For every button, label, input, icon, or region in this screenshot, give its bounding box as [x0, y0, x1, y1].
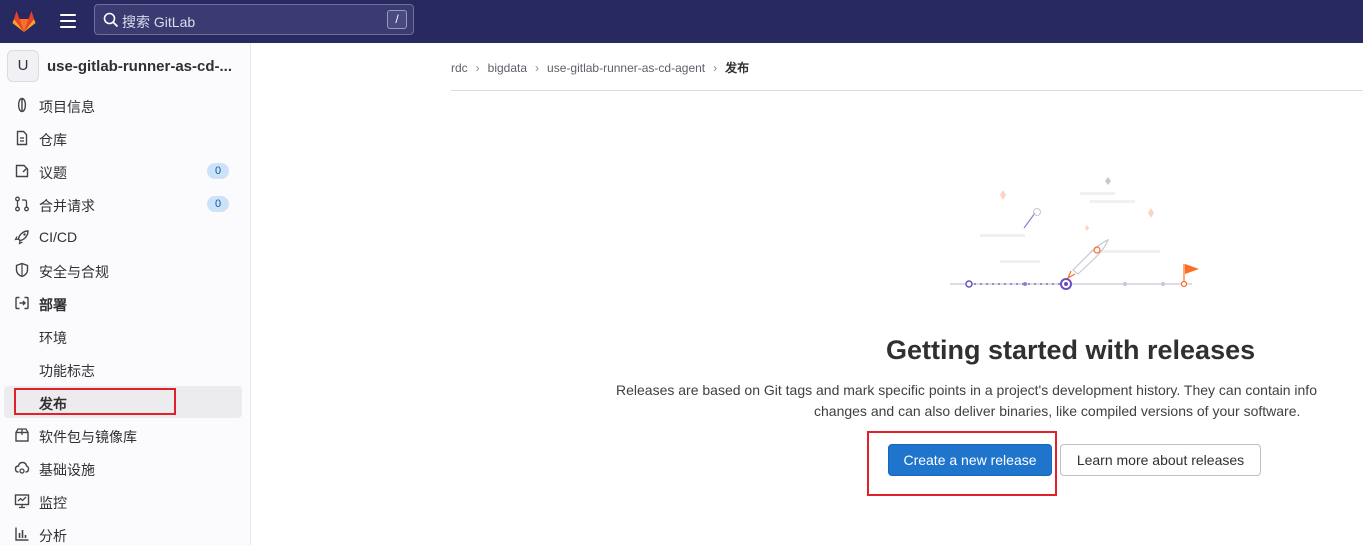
- sidebar-item-issues[interactable]: 议题 0: [0, 155, 250, 188]
- sidebar-item-label: 部署: [39, 297, 67, 313]
- search-input[interactable]: 搜索 GitLab /: [94, 4, 414, 35]
- sidebar-item-label: 议题: [39, 165, 67, 181]
- sidebar-item-label: 分析: [39, 528, 67, 544]
- project-name[interactable]: use-gitlab-runner-as-cd-...: [47, 58, 232, 75]
- sidebar-item-label: 软件包与镜像库: [39, 429, 137, 445]
- rocket-icon: [14, 230, 29, 245]
- annotation-highlight-create-release: [867, 431, 1057, 496]
- sidebar-item-label: 仓库: [39, 132, 67, 148]
- learn-more-releases-button[interactable]: Learn more about releases: [1060, 444, 1261, 476]
- breadcrumb-separator-icon: ›: [713, 60, 718, 75]
- sidebar-item-project-info[interactable]: 项目信息: [0, 89, 250, 122]
- sidebar-item-cicd[interactable]: CI/CD: [0, 221, 250, 254]
- sidebar-item-label: 项目信息: [39, 99, 95, 115]
- sidebar-item-label: 基础设施: [39, 462, 95, 478]
- info-icon: [17, 97, 27, 113]
- sidebar-item-deployments[interactable]: 部署: [0, 287, 250, 320]
- releases-empty-state-illustration: [950, 177, 1199, 290]
- monitor-icon: [14, 494, 30, 509]
- breadcrumb-separator-icon: ›: [475, 60, 480, 75]
- project-avatar[interactable]: U: [7, 50, 39, 82]
- empty-state-description-line: Releases are based on Git tags and mark …: [616, 382, 1317, 398]
- sidebar-item-analytics[interactable]: 分析: [0, 518, 250, 545]
- empty-state-description: Releases are based on Git tags and mark …: [600, 380, 1363, 422]
- document-icon: [16, 130, 28, 146]
- sidebar-project-header[interactable]: U use-gitlab-runner-as-cd-...: [7, 50, 232, 82]
- cloud-gear-icon: [14, 461, 30, 474]
- breadcrumb-item[interactable]: rdc: [451, 61, 468, 75]
- sidebar-item-repository[interactable]: 仓库: [0, 122, 250, 155]
- sidebar-item-merge-requests[interactable]: 合并请求 0: [0, 188, 250, 221]
- gitlab-tanuki-icon[interactable]: [10, 7, 38, 35]
- sidebar-item-monitor[interactable]: 监控: [0, 485, 250, 518]
- empty-state-title: Getting started with releases: [886, 335, 1256, 365]
- annotation-highlight-releases-nav: [14, 388, 176, 415]
- search-shortcut-key: /: [387, 10, 407, 29]
- sidebar-item-security[interactable]: 安全与合规: [0, 254, 250, 287]
- breadcrumb-item[interactable]: bigdata: [488, 61, 527, 75]
- empty-state-description-line: changes and can also deliver binaries, l…: [814, 403, 1301, 419]
- breadcrumb: rdc › bigdata › use-gitlab-runner-as-cd-…: [451, 59, 749, 76]
- issues-count-badge: 0: [207, 163, 229, 179]
- sidebar-item-label: 合并请求: [39, 198, 95, 214]
- chart-icon: [15, 527, 29, 541]
- sidebar-subitem-feature-flags[interactable]: 功能标志: [0, 353, 250, 386]
- sidebar-item-infrastructure[interactable]: 基础设施: [0, 452, 250, 485]
- top-bar: 搜索 GitLab /: [0, 0, 1363, 43]
- sidebar-subitem-label: 功能标志: [39, 363, 95, 379]
- shield-icon: [15, 262, 29, 278]
- issues-icon: [15, 164, 29, 178]
- package-icon: [15, 428, 29, 442]
- breadcrumb-item[interactable]: use-gitlab-runner-as-cd-agent: [547, 61, 705, 75]
- search-placeholder: 搜索 GitLab: [122, 14, 196, 30]
- sidebar-item-label: 监控: [39, 495, 67, 511]
- hamburger-icon[interactable]: [56, 9, 80, 33]
- search-icon: [103, 12, 119, 28]
- merge-request-icon: [15, 196, 29, 212]
- sidebar-subitem-label: 环境: [39, 330, 67, 346]
- breadcrumb-current[interactable]: 发布: [725, 59, 749, 76]
- sidebar-subitem-environments[interactable]: 环境: [0, 320, 250, 353]
- deploy-icon: [15, 296, 29, 310]
- breadcrumb-divider: [451, 90, 1363, 91]
- sidebar-item-packages[interactable]: 软件包与镜像库: [0, 419, 250, 452]
- sidebar-item-label: 安全与合规: [39, 264, 109, 280]
- sidebar-nav: 项目信息 仓库 议题 0 合并请求 0 CI/CD 安全与合规 部署 环境 功能…: [0, 89, 250, 545]
- merge-requests-count-badge: 0: [207, 196, 229, 212]
- sidebar-item-label: CI/CD: [39, 229, 78, 245]
- breadcrumb-separator-icon: ›: [535, 60, 540, 75]
